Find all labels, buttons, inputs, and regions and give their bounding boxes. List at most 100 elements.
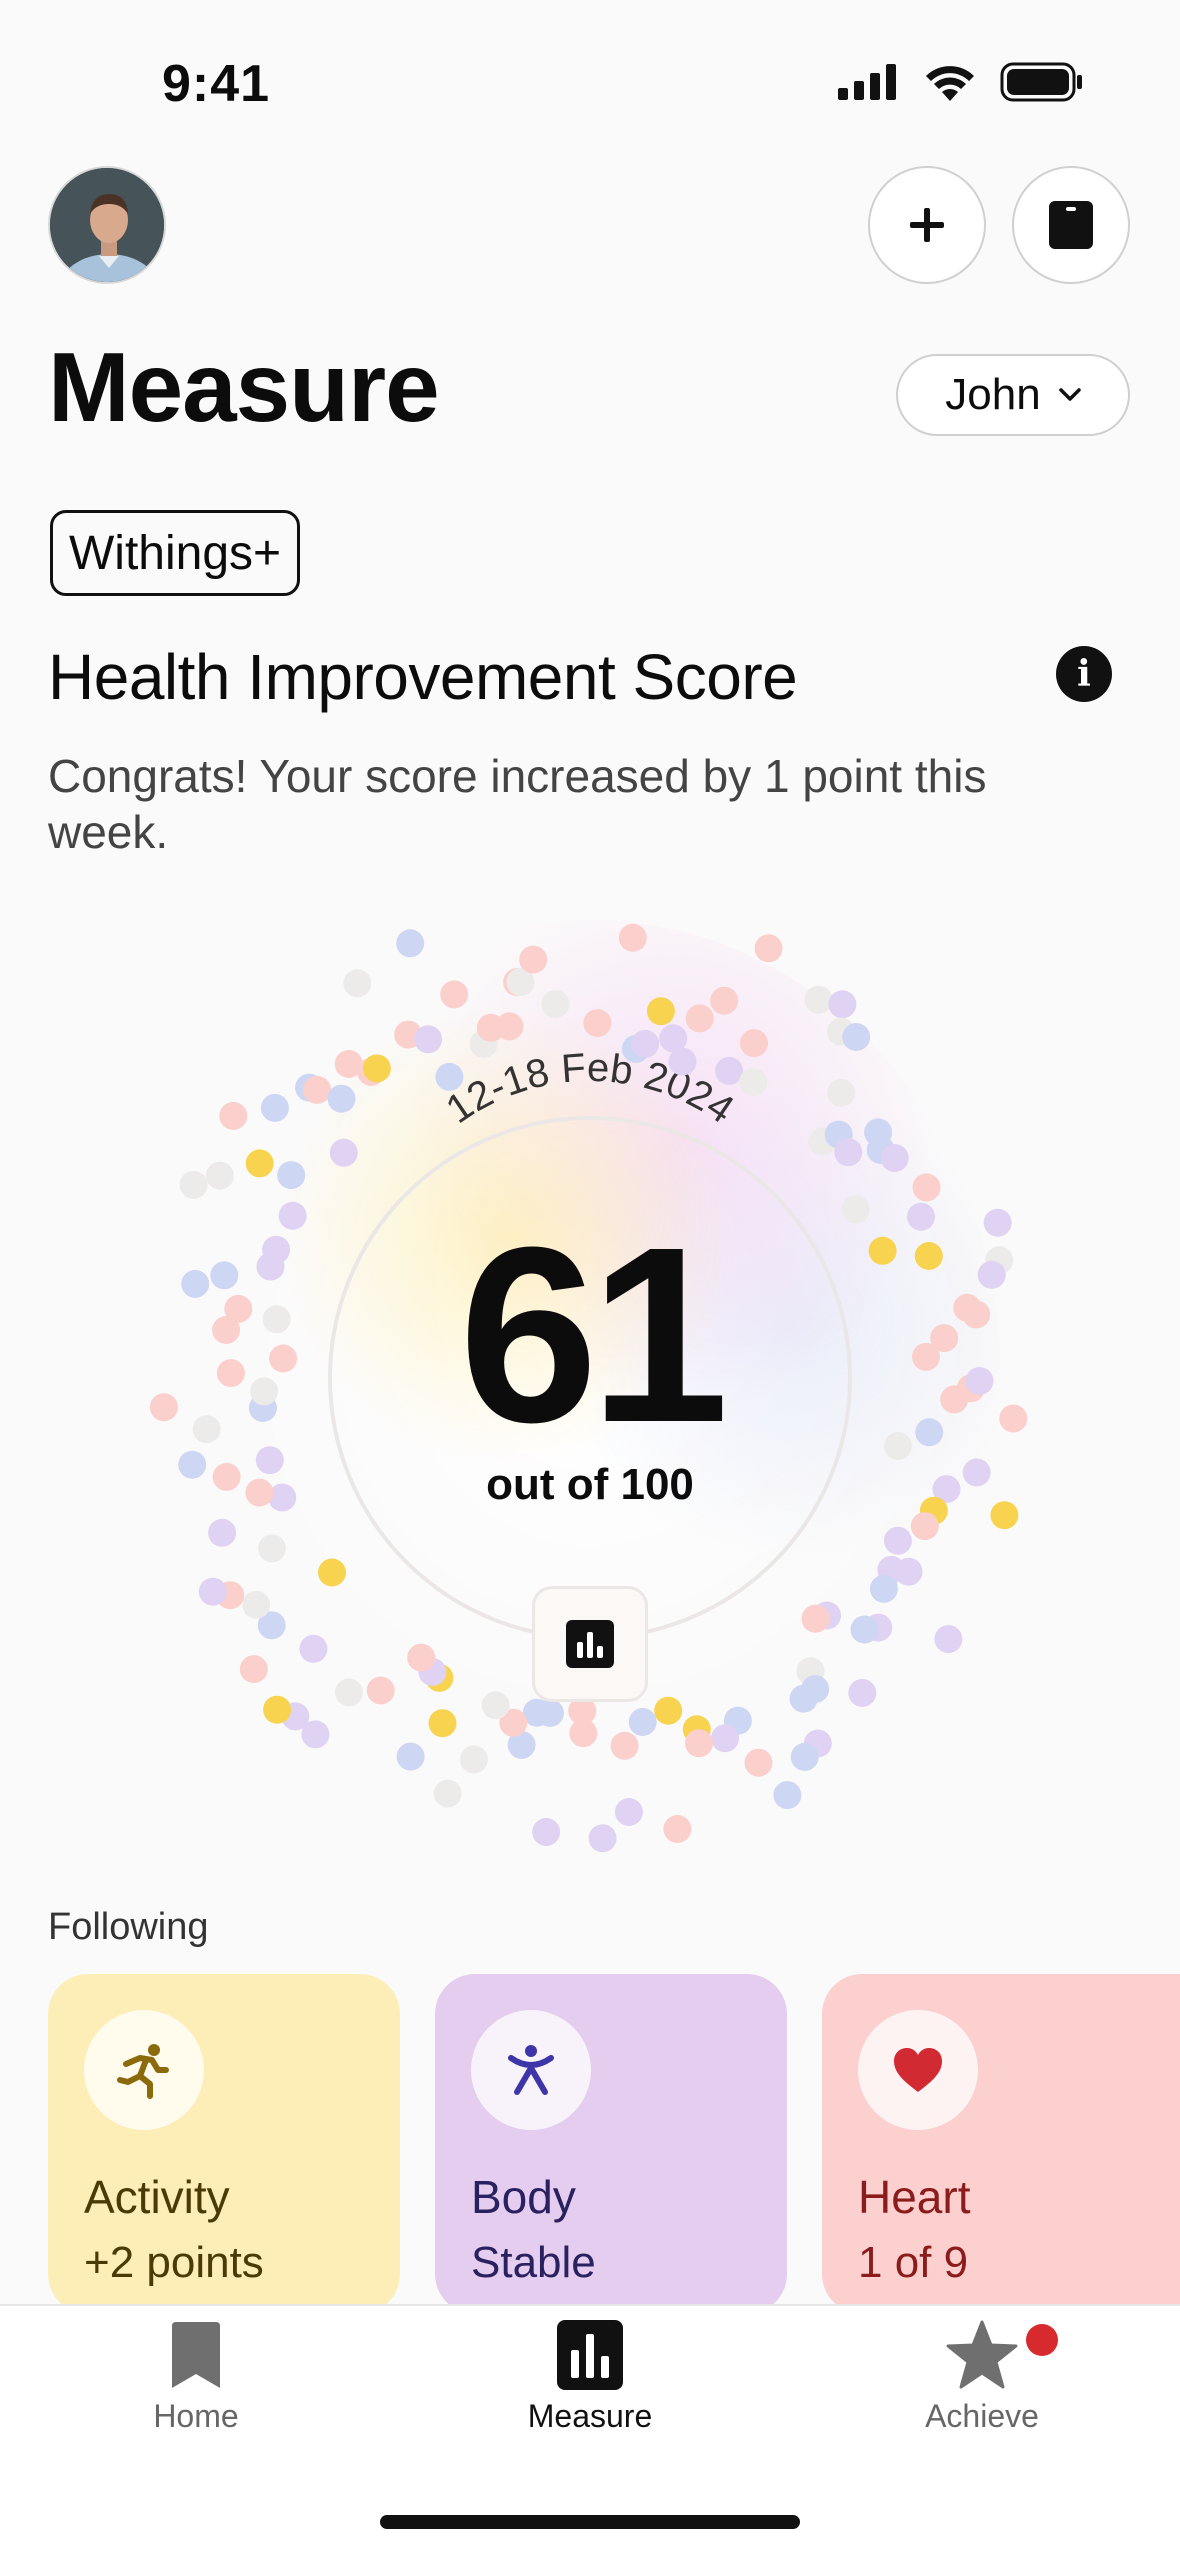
score-dot bbox=[804, 985, 833, 1014]
card-activity[interactable]: Activity +2 points bbox=[48, 1974, 400, 2314]
score-dot bbox=[631, 1029, 660, 1058]
score-dot bbox=[646, 997, 675, 1026]
score-dot bbox=[303, 1075, 332, 1104]
score-dot bbox=[239, 1655, 268, 1684]
score-dot bbox=[880, 1144, 909, 1172]
score-dot bbox=[789, 1684, 818, 1713]
running-icon bbox=[117, 2044, 169, 2099]
card-heart[interactable]: Heart 1 of 9 bbox=[822, 1974, 1180, 2314]
plan-badge[interactable]: Withings+ bbox=[50, 510, 301, 596]
score-dot bbox=[459, 1745, 488, 1774]
star-icon bbox=[946, 2320, 1018, 2389]
person-photo bbox=[50, 168, 164, 282]
score-dot bbox=[801, 1604, 830, 1633]
score-dot bbox=[327, 1084, 356, 1113]
score-dot bbox=[739, 1067, 768, 1096]
score-dot bbox=[407, 1643, 436, 1672]
card-icon-wrap bbox=[471, 2010, 591, 2130]
score-dot bbox=[481, 1691, 510, 1720]
score-dot bbox=[685, 1729, 713, 1758]
avatar[interactable] bbox=[48, 166, 166, 284]
notification-badge bbox=[1026, 2324, 1058, 2356]
score-dot bbox=[495, 1012, 524, 1041]
bar-chart-icon bbox=[557, 2320, 623, 2390]
score-dot bbox=[934, 1625, 963, 1654]
user-selector-label: John bbox=[945, 370, 1041, 419]
card-subtitle: Stable bbox=[471, 2238, 596, 2287]
add-button[interactable] bbox=[868, 166, 986, 284]
score-dot bbox=[583, 1009, 612, 1037]
score-dot bbox=[277, 1161, 306, 1190]
score-dot bbox=[433, 1779, 462, 1808]
score-dot bbox=[219, 1101, 248, 1130]
score-dot bbox=[773, 1781, 802, 1810]
card-title: Heart bbox=[858, 2171, 971, 2223]
user-selector[interactable]: John bbox=[896, 354, 1130, 436]
tab-label: Achieve bbox=[925, 2398, 1039, 2434]
score-dot bbox=[208, 1518, 237, 1547]
score-dot bbox=[848, 1678, 877, 1707]
score-dot bbox=[532, 1818, 561, 1846]
score-dot bbox=[245, 1149, 274, 1178]
body-icon bbox=[508, 2045, 554, 2095]
score-out-of: out of 100 bbox=[486, 1460, 694, 1509]
score-dot bbox=[614, 1798, 643, 1826]
score-dot bbox=[541, 990, 570, 1019]
score-dot bbox=[912, 1173, 941, 1202]
info-icon[interactable]: i bbox=[1056, 646, 1112, 702]
score-dot bbox=[242, 1590, 271, 1619]
score-value: 61 bbox=[458, 1195, 729, 1474]
score-dot bbox=[519, 945, 548, 974]
signal-icon bbox=[838, 64, 896, 100]
card-subtitle: 1 of 9 bbox=[858, 2238, 969, 2287]
status-icons bbox=[838, 62, 1084, 102]
battery-icon bbox=[1000, 62, 1082, 102]
card-icon-wrap bbox=[858, 2010, 978, 2130]
score-dot bbox=[910, 1512, 939, 1541]
heart-icon bbox=[894, 2048, 942, 2092]
score-dot bbox=[668, 1047, 697, 1076]
score-dot bbox=[754, 934, 783, 963]
score-section-title: Health Improvement Score bbox=[48, 641, 798, 713]
card-body[interactable]: Body Stable bbox=[435, 1974, 787, 2314]
score-dot bbox=[711, 1724, 740, 1753]
card-subtitle: +2 points bbox=[84, 2238, 264, 2287]
score-dot bbox=[828, 990, 857, 1019]
home-indicator bbox=[380, 2515, 800, 2529]
score-dot bbox=[618, 923, 647, 952]
score-dot bbox=[263, 1695, 292, 1724]
tab-achieve[interactable]: Achieve bbox=[862, 2320, 1102, 2435]
following-label: Following bbox=[48, 1906, 209, 1948]
score-dot bbox=[343, 969, 372, 998]
score-dot bbox=[258, 1534, 286, 1563]
tab-measure[interactable]: Measure bbox=[470, 2320, 710, 2435]
score-history-button[interactable] bbox=[532, 1586, 648, 1702]
score-dot bbox=[179, 1170, 208, 1199]
wifi-icon bbox=[926, 66, 974, 101]
score-dot bbox=[790, 1742, 819, 1771]
card-icon-wrap bbox=[84, 2010, 204, 2130]
bar-chart-icon bbox=[566, 1620, 614, 1668]
tab-label: Home bbox=[153, 2398, 239, 2434]
score-description: Congrats! Your score increased by 1 poin… bbox=[48, 750, 987, 858]
score-dot bbox=[329, 1138, 358, 1167]
score-dot bbox=[610, 1731, 639, 1760]
score-dot bbox=[260, 1093, 289, 1122]
tab-home[interactable]: Home bbox=[76, 2320, 316, 2435]
status-time: 9:41 bbox=[162, 55, 271, 113]
score-dot bbox=[362, 1054, 391, 1083]
score-dot bbox=[685, 1004, 714, 1033]
card-title: Activity bbox=[84, 2171, 230, 2223]
score-dot bbox=[869, 1574, 898, 1603]
device-button[interactable] bbox=[1012, 166, 1130, 284]
score-dot bbox=[834, 1138, 863, 1167]
score-dot bbox=[366, 1676, 395, 1705]
score-dot bbox=[428, 1709, 457, 1738]
score-dot bbox=[842, 1023, 871, 1051]
score-dot bbox=[440, 980, 469, 1009]
score-dot bbox=[740, 1029, 768, 1058]
score-dot bbox=[435, 1062, 464, 1091]
score-dot bbox=[710, 986, 739, 1015]
score-dot bbox=[715, 1056, 744, 1085]
score-dot bbox=[628, 1708, 657, 1736]
